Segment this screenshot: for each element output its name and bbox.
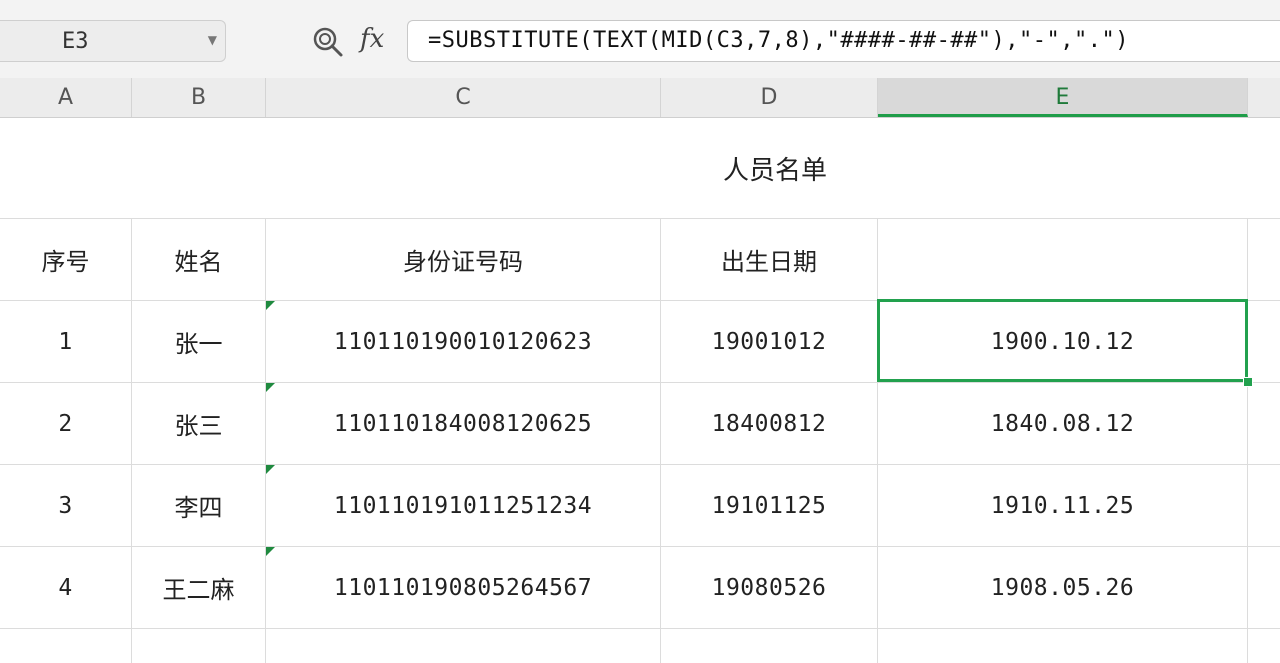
- header-cell-id[interactable]: 身份证号码: [266, 219, 661, 301]
- cell-no[interactable]: 2: [0, 383, 132, 465]
- zoom-search-icon[interactable]: [312, 26, 344, 58]
- cell-birth[interactable]: 19080526: [661, 547, 878, 629]
- empty-cell[interactable]: [1248, 219, 1280, 301]
- cell-id[interactable]: 110110190805264567: [266, 547, 661, 629]
- column-header-f[interactable]: [1248, 78, 1280, 117]
- empty-cell[interactable]: [0, 629, 132, 663]
- text-number-indicator-icon: [266, 465, 275, 474]
- empty-cell[interactable]: [878, 629, 1248, 663]
- cell-no[interactable]: 1: [0, 301, 132, 383]
- fill-handle[interactable]: [1243, 377, 1253, 387]
- header-cell-no[interactable]: 序号: [0, 219, 132, 301]
- text-number-indicator-icon: [266, 301, 275, 310]
- cell-formatted[interactable]: 1900.10.12: [878, 301, 1248, 383]
- cell-formatted[interactable]: 1910.11.25: [878, 465, 1248, 547]
- cell-id[interactable]: 110110190010120623: [266, 301, 661, 383]
- cell-birth[interactable]: 19101125: [661, 465, 878, 547]
- text-number-indicator-icon: [266, 383, 275, 392]
- column-header-e[interactable]: E: [878, 78, 1248, 117]
- column-header-d[interactable]: D: [661, 78, 878, 117]
- cell-formatted[interactable]: 1908.05.26: [878, 547, 1248, 629]
- text-number-indicator-icon: [266, 547, 275, 556]
- cell-id[interactable]: 110110191011251234: [266, 465, 661, 547]
- sheet-grid: 人员名单 序号 姓名 身份证号码 出生日期 1 张一 1101101900101…: [0, 118, 1280, 663]
- cell-no[interactable]: 4: [0, 547, 132, 629]
- cell-birth[interactable]: 19001012: [661, 301, 878, 383]
- sheet-title[interactable]: 人员名单: [0, 118, 1280, 219]
- cell-no[interactable]: 3: [0, 465, 132, 547]
- cell-birth[interactable]: 18400812: [661, 383, 878, 465]
- formula-bar: E3 ▼ fx =SUBSTITUTE(TEXT(MID(C3,7,8),"##…: [0, 0, 1280, 78]
- column-header-c[interactable]: C: [266, 78, 661, 117]
- cell-formatted[interactable]: 1840.08.12: [878, 383, 1248, 465]
- empty-cell[interactable]: [266, 629, 661, 663]
- formula-input[interactable]: =SUBSTITUTE(TEXT(MID(C3,7,8),"####-##-##…: [407, 20, 1280, 62]
- empty-cell[interactable]: [1248, 301, 1280, 383]
- empty-cell[interactable]: [132, 629, 266, 663]
- chevron-down-icon[interactable]: ▼: [208, 33, 217, 47]
- empty-cell[interactable]: [661, 629, 878, 663]
- cell-name[interactable]: 王二麻: [132, 547, 266, 629]
- empty-cell[interactable]: [1248, 547, 1280, 629]
- formula-text: =SUBSTITUTE(TEXT(MID(C3,7,8),"####-##-##…: [428, 28, 1130, 53]
- name-box-value: E3: [62, 29, 89, 54]
- header-cell-name[interactable]: 姓名: [132, 219, 266, 301]
- header-cell-birth[interactable]: 出生日期: [661, 219, 878, 301]
- fx-icon[interactable]: fx: [360, 24, 384, 54]
- cell-id[interactable]: 110110184008120625: [266, 383, 661, 465]
- cell-name[interactable]: 张一: [132, 301, 266, 383]
- cell-name[interactable]: 李四: [132, 465, 266, 547]
- column-header-row: A B C D E: [0, 78, 1280, 118]
- column-header-a[interactable]: A: [0, 78, 132, 117]
- name-box[interactable]: E3 ▼: [0, 20, 226, 62]
- header-cell-formatted[interactable]: [878, 219, 1248, 301]
- column-header-b[interactable]: B: [132, 78, 266, 117]
- empty-cell[interactable]: [1248, 465, 1280, 547]
- cell-name[interactable]: 张三: [132, 383, 266, 465]
- empty-cell[interactable]: [1248, 383, 1280, 465]
